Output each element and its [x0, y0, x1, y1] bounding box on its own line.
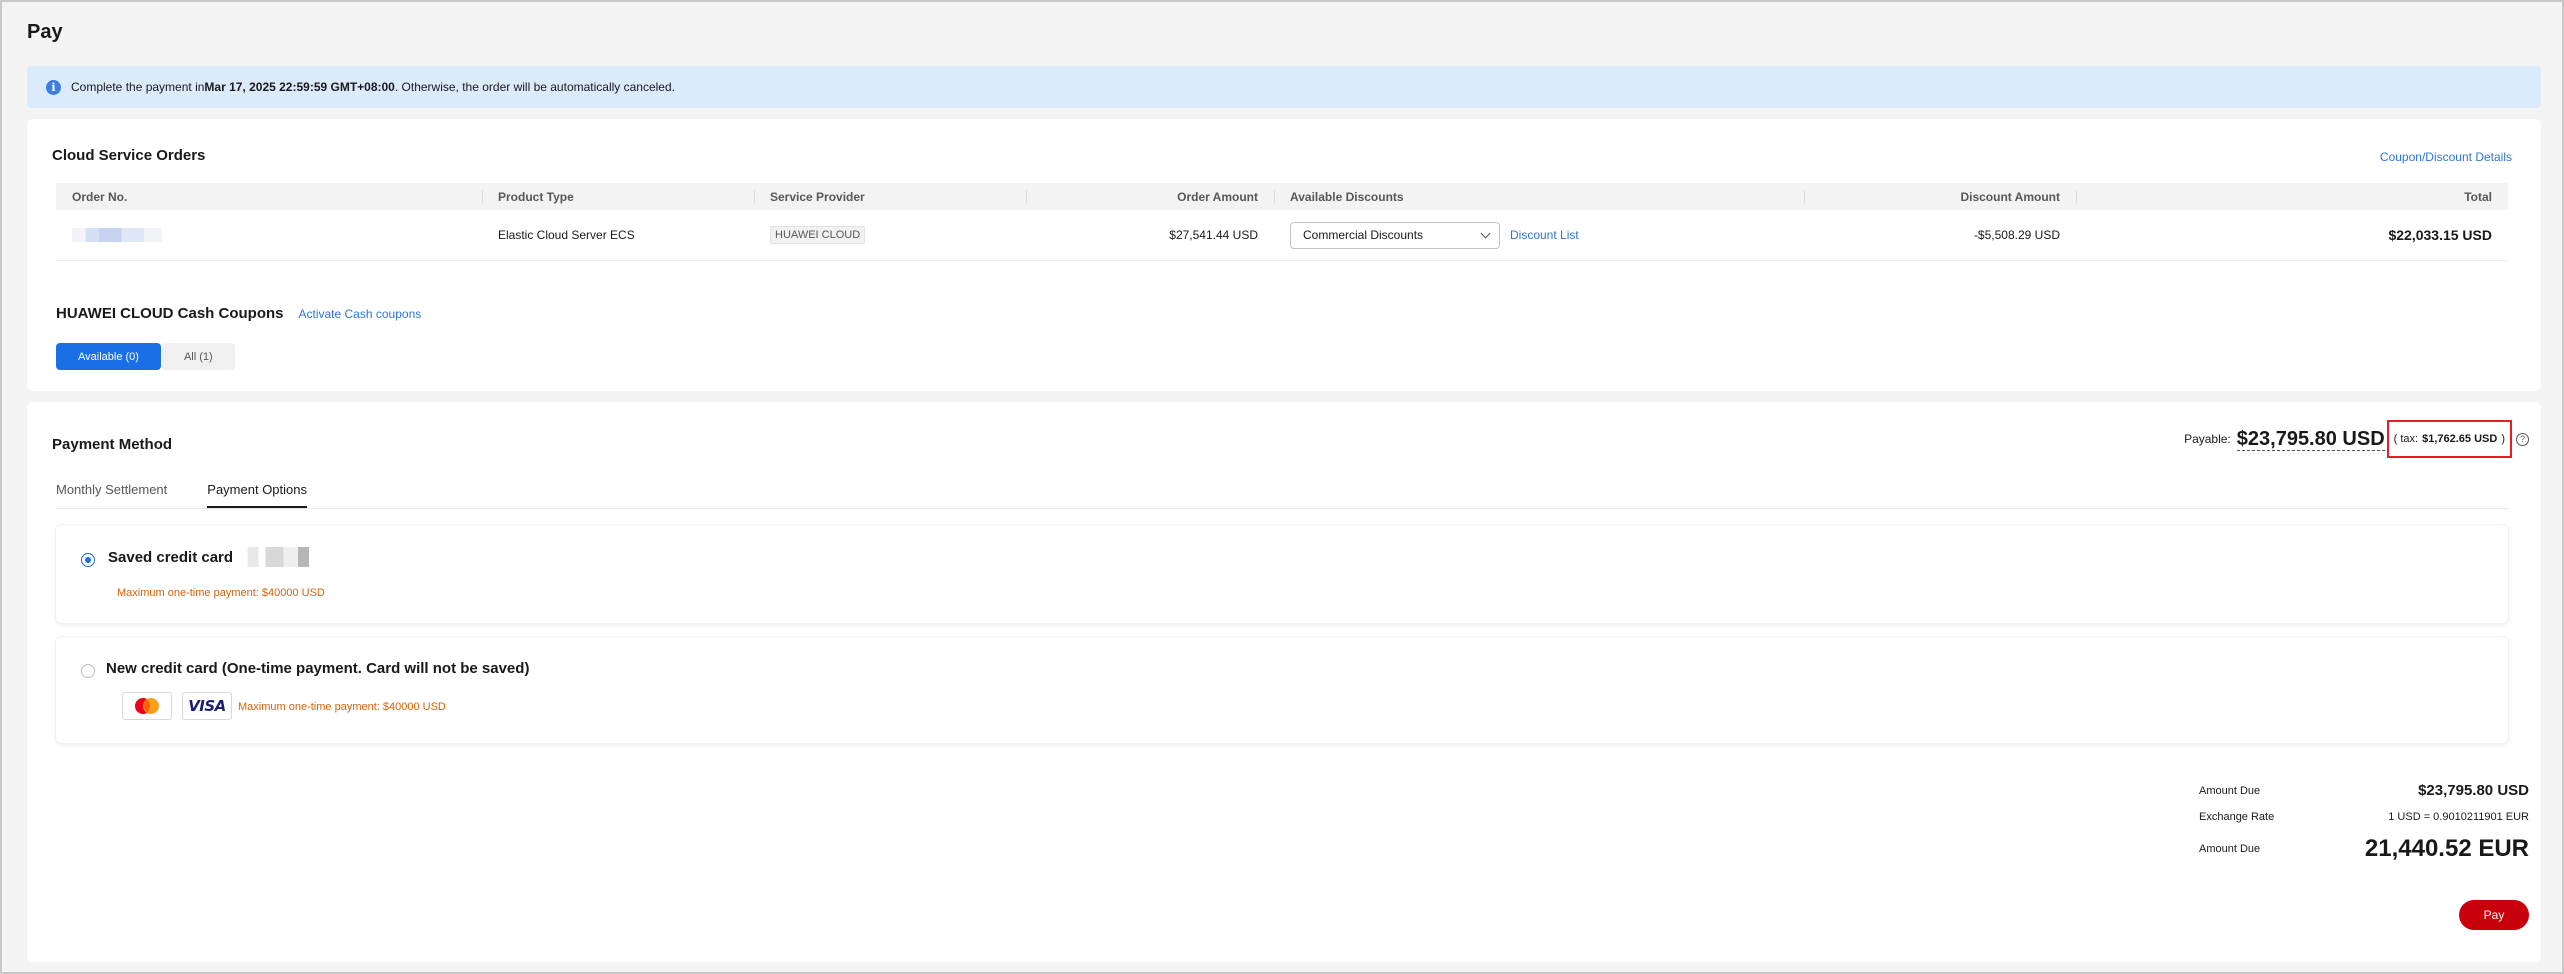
cash-coupons-title: HUAWEI CLOUD Cash Coupons	[56, 305, 284, 322]
table-row: Elastic Cloud Server ECS HUAWEI CLOUD $2…	[56, 210, 2508, 261]
col-order-no: Order No.	[72, 189, 128, 204]
discount-list-link[interactable]: Discount List	[1510, 228, 1579, 242]
visa-icon: VISA	[182, 692, 232, 720]
amount-due-eur-label: Amount Due	[2199, 843, 2261, 855]
pay-button[interactable]: Pay	[2459, 900, 2529, 930]
col-available-discounts: Available Discounts	[1274, 183, 1804, 210]
product-type-cell: Elastic Cloud Server ECS	[498, 228, 635, 242]
discount-select[interactable]: Commercial Discounts	[1290, 221, 1500, 249]
exchange-rate-value: 1 USD = 0.9010211901 EUR	[2388, 811, 2529, 823]
payment-deadline-notice: i Complete the payment in Mar 17, 2025 2…	[27, 66, 2541, 108]
page-title: Pay	[27, 21, 63, 43]
col-total: Total	[2076, 183, 2508, 210]
cash-coupons-header: HUAWEI CLOUD Cash Coupons Activate Cash …	[56, 305, 421, 322]
exchange-rate-label: Exchange Rate	[2199, 811, 2275, 823]
tax-amount: $1,762.65 USD	[2422, 433, 2498, 445]
info-icon: i	[46, 79, 61, 95]
question-icon[interactable]: ?	[2516, 432, 2529, 446]
visa-label: VISA	[188, 697, 226, 715]
cloud-service-orders-card: Cloud Service Orders Coupon/Discount Det…	[27, 119, 2541, 391]
orders-title: Cloud Service Orders	[52, 147, 206, 164]
col-product-type: Product Type	[482, 183, 754, 210]
order-amount-cell: $27,541.44 USD	[1169, 228, 1258, 242]
col-discount-amount: Discount Amount	[1804, 183, 2076, 210]
notice-prefix: Complete the payment in	[71, 80, 205, 94]
payable-summary: Payable: $23,795.80 USD ( tax: $1,762.65…	[2184, 420, 2529, 458]
mastercard-icon	[122, 692, 172, 720]
new-card-option[interactable]: New credit card (One-time payment. Card …	[56, 637, 2508, 743]
tax-open: ( tax:	[2393, 433, 2419, 445]
saved-card-label: Saved credit card	[108, 549, 234, 566]
col-service-provider: Service Provider	[754, 183, 1026, 210]
tax-close: )	[2501, 433, 2505, 445]
new-card-label: New credit card (One-time payment. Card …	[106, 660, 530, 677]
payment-method-card: Payment Method Payable: $23,795.80 USD (…	[27, 402, 2541, 962]
payable-label: Payable:	[2184, 432, 2231, 446]
col-order-amount: Order Amount	[1026, 183, 1274, 210]
coupon-filter-tabs: Available (0) All (1)	[56, 343, 235, 370]
orders-table: Order No. Product Type Service Provider …	[56, 183, 2508, 261]
table-header: Order No. Product Type Service Provider …	[56, 183, 2508, 210]
new-card-radio[interactable]	[81, 664, 95, 678]
new-card-limit-note: Maximum one-time payment: $40000 USD	[238, 701, 446, 713]
tab-monthly-settlement[interactable]: Monthly Settlement	[56, 482, 167, 508]
coupon-discount-details-link[interactable]: Coupon/Discount Details	[2380, 150, 2512, 164]
amount-due-usd: $23,795.80 USD	[2418, 782, 2529, 799]
saved-card-option[interactable]: Saved credit card Maximum one-time payme…	[56, 525, 2508, 623]
provider-tag: HUAWEI CLOUD	[770, 226, 866, 244]
tab-all-coupons[interactable]: All (1)	[161, 343, 235, 370]
order-number-redacted[interactable]	[72, 228, 162, 242]
total-cell: $22,033.15 USD	[2388, 227, 2492, 243]
amount-due-eur: 21,440.52 EUR	[2364, 835, 2529, 862]
discount-amount-cell: -$5,508.29 USD	[1973, 228, 2060, 242]
discount-select-value: Commercial Discounts	[1303, 228, 1424, 242]
tab-payment-options[interactable]: Payment Options	[207, 482, 307, 508]
notice-deadline: Mar 17, 2025 22:59:59 GMT+08:00	[204, 80, 395, 94]
payment-method-title: Payment Method	[52, 436, 173, 453]
payment-tabs: Monthly Settlement Payment Options	[56, 482, 2508, 509]
masked-card-number	[244, 547, 316, 567]
tab-available-coupons[interactable]: Available (0)	[56, 343, 161, 370]
chevron-down-icon	[1480, 228, 1491, 238]
payable-amount[interactable]: $23,795.80 USD	[2236, 428, 2385, 451]
amount-due-usd-label: Amount Due	[2199, 784, 2261, 797]
saved-card-limit-note: Maximum one-time payment: $40000 USD	[117, 587, 325, 599]
saved-card-radio[interactable]	[81, 553, 95, 567]
notice-suffix: . Otherwise, the order will be automatic…	[394, 80, 675, 94]
tax-highlight-box: ( tax: $1,762.65 USD )	[2386, 420, 2512, 458]
activate-cash-coupons-link[interactable]: Activate Cash coupons	[299, 307, 422, 321]
amount-summary: Amount Due $23,795.80 USD Exchange Rate …	[2199, 782, 2529, 875]
